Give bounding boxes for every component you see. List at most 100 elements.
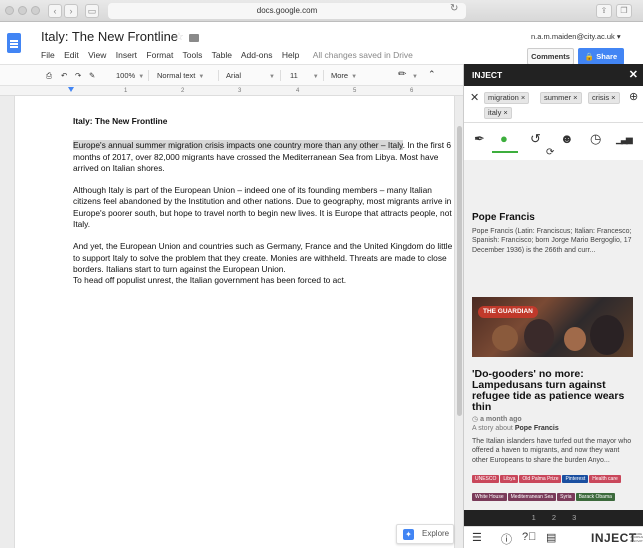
document-title[interactable]: Italy: The New Frontline — [41, 29, 178, 44]
feedback-icon[interactable]: ▤ — [546, 531, 556, 544]
chevron-down-icon: ▼ — [312, 74, 319, 80]
pen-icon[interactable]: ✏ — [398, 69, 406, 80]
history-icon[interactable]: ↺ — [530, 131, 541, 147]
redo-icon[interactable]: ↷ — [75, 71, 81, 80]
article-tag[interactable]: Health care — [589, 475, 621, 483]
add-tag-icon[interactable]: ⊕ — [629, 90, 638, 103]
refresh-icon[interactable]: ⟳ — [546, 147, 554, 158]
style-value: Normal text — [157, 71, 196, 80]
zoom-select[interactable]: 100% ▼ — [116, 71, 144, 80]
page-2[interactable]: 2 — [552, 513, 556, 522]
ruler-tick: 6 — [410, 88, 414, 94]
toolbar-divider — [218, 70, 219, 81]
browser-toolbar: ‹ › ▭ docs.google.com ↻ ⇪ ❐ — [0, 0, 643, 22]
info-icon[interactable]: ⓘ — [501, 531, 512, 547]
menu-help[interactable]: Help — [282, 50, 299, 60]
chevron-down-icon[interactable]: ▼ — [412, 71, 418, 80]
minimize-window-button[interactable] — [18, 6, 27, 15]
page-1[interactable]: 1 — [532, 513, 536, 522]
document-page[interactable]: Italy: The New Frontline Europe's annual… — [14, 96, 455, 548]
bar-chart-icon[interactable]: ▁▃▅ — [616, 134, 633, 145]
clock-icon[interactable]: ◷ — [590, 131, 601, 147]
paragraph-1: Europe's annual summer migration crisis … — [73, 140, 453, 174]
font-size-select[interactable]: 11 ▼ — [290, 71, 319, 80]
share-button[interactable]: 🔒 Share — [578, 48, 624, 65]
article-tag[interactable]: Pinterest — [562, 475, 589, 483]
article-tag[interactable]: UNESCO — [472, 475, 500, 483]
person-icon[interactable]: ● — [500, 131, 508, 146]
ruler-tick: 3 — [238, 88, 242, 94]
tag-chip[interactable]: summer × — [540, 92, 582, 104]
menu-edit[interactable]: Edit — [64, 50, 79, 60]
forward-button[interactable]: › — [64, 4, 78, 18]
font-value: Arial — [226, 71, 242, 80]
docs-logo-icon[interactable] — [7, 33, 21, 53]
article-tag[interactable]: White House — [472, 493, 507, 501]
style-select[interactable]: Normal text ▼ — [157, 71, 204, 80]
selected-text: Europe's annual summer migration crisis … — [73, 140, 403, 151]
article-time: ◷ a month ago — [472, 415, 522, 423]
close-window-button[interactable] — [5, 6, 14, 15]
font-select[interactable]: Arial ▼ — [226, 71, 275, 80]
page-3[interactable]: 3 — [572, 513, 576, 522]
document-body[interactable]: Italy: The New Frontline Europe's annual… — [73, 116, 453, 298]
menu-tools[interactable]: Tools — [183, 50, 203, 60]
paint-format-icon[interactable]: ✎ — [89, 71, 95, 80]
tag-bar: ✕ migration × summer × crisis × italy × … — [464, 86, 643, 122]
paragraph-2: Although Italy is part of the European U… — [73, 185, 452, 230]
article-tag[interactable]: Mediterranean Sea — [507, 493, 557, 501]
indent-marker[interactable] — [68, 87, 74, 92]
menu-format[interactable]: Format — [146, 50, 173, 60]
folder-icon[interactable] — [189, 34, 199, 42]
article-tag[interactable]: Barack Obama — [575, 493, 615, 501]
menu-table[interactable]: Table — [212, 50, 232, 60]
share-page-button[interactable]: ⇪ — [596, 4, 612, 18]
inject-header: INJECT ✕ — [464, 64, 643, 86]
quill-icon[interactable]: ✒ — [474, 131, 485, 147]
inject-title: INJECT — [472, 70, 503, 80]
inject-sidebar: INJECT ✕ ✕ migration × summer × crisis ×… — [463, 64, 643, 548]
tag-chip[interactable]: migration × — [484, 92, 530, 104]
article-tag[interactable]: Libya — [500, 475, 519, 483]
undo-icon[interactable]: ↶ — [61, 71, 67, 80]
vertical-scrollbar[interactable] — [457, 126, 462, 416]
maximize-window-button[interactable] — [31, 6, 40, 15]
close-icon[interactable]: ✕ — [629, 64, 638, 86]
menu-insert[interactable]: Insert — [116, 50, 137, 60]
print-icon[interactable]: ⎙ — [46, 71, 52, 81]
lock-icon: 🔒 — [584, 52, 595, 61]
article-title[interactable]: 'Do-gooders' no more: Lampedusans turn a… — [472, 369, 633, 413]
tag-chip[interactable]: crisis × — [588, 92, 620, 104]
article-tag[interactable]: Syria — [557, 493, 575, 501]
more-menu[interactable]: More ▼ — [331, 71, 357, 80]
help-icon[interactable]: ?⃝ — [522, 531, 536, 543]
tag-chip[interactable]: italy × — [484, 107, 512, 119]
address-bar[interactable]: docs.google.com — [108, 3, 466, 19]
menu-file[interactable]: File — [41, 50, 55, 60]
comments-button[interactable]: Comments — [527, 48, 574, 65]
font-size-value: 11 — [290, 71, 298, 80]
collapse-toolbar-icon[interactable]: ⌃ — [428, 69, 436, 80]
entity-card[interactable]: Pope Francis Pope Francis (Latin: Franci… — [472, 212, 633, 282]
tabs-button[interactable]: ❐ — [616, 4, 632, 18]
clock-icon: ◷ — [472, 416, 479, 423]
menu-view[interactable]: View — [88, 50, 106, 60]
article-card[interactable]: THE GUARDIAN 'Do-gooders' no more: Lampe… — [472, 297, 633, 542]
explore-label: Explore — [422, 529, 450, 538]
star-icon[interactable]: ☆ — [174, 30, 184, 43]
smiley-icon[interactable]: ☻ — [560, 131, 574, 146]
back-button[interactable]: ‹ — [48, 4, 62, 18]
reload-icon[interactable]: ↻ — [450, 3, 458, 14]
clear-tags-icon[interactable]: ✕ — [470, 91, 479, 104]
account-menu[interactable]: n.a.m.maiden@city.ac.uk ▾ — [531, 32, 621, 41]
ruler: 1 2 3 4 5 6 — [0, 86, 463, 96]
sidebar-toggle-button[interactable]: ▭ — [85, 4, 99, 18]
inject-footer: ☰ ⓘ ?⃝ ▤ INJECT FUTURE JOURNALISM INNOVA… — [464, 526, 643, 548]
user-email: n.a.m.maiden@city.ac.uk — [531, 32, 615, 41]
article-tag[interactable]: Old Palma Prize — [519, 475, 562, 483]
chevron-left-icon: ‹ — [53, 6, 57, 16]
explore-button[interactable]: ✦ Explore — [396, 524, 454, 544]
settings-sliders-icon[interactable]: ☰ — [472, 531, 482, 544]
menu-add-ons[interactable]: Add-ons — [241, 50, 273, 60]
save-status[interactable]: All changes saved in Drive — [313, 50, 413, 60]
